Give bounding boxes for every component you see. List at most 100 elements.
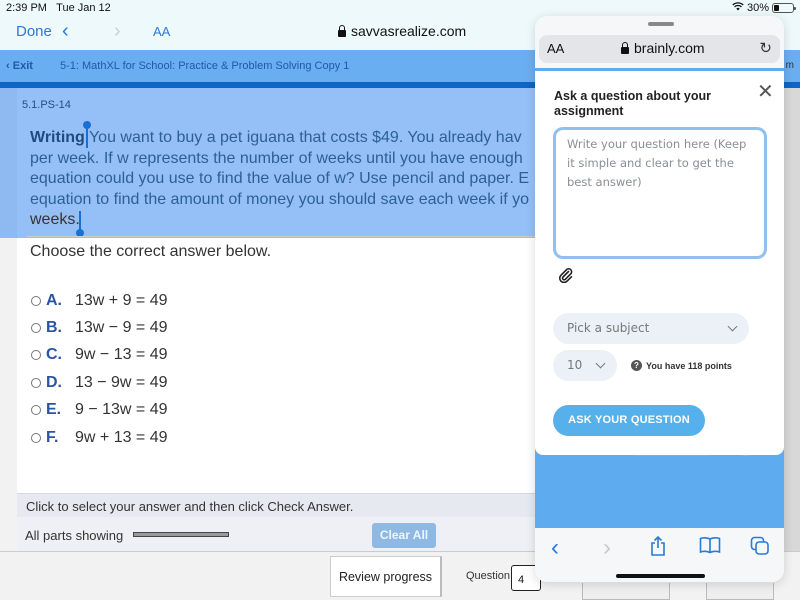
option-equation: 13 − 9w = 49 bbox=[75, 373, 168, 391]
ask-question-button[interactable]: ASK YOUR QUESTION bbox=[553, 405, 705, 436]
parts-progress-bar bbox=[133, 532, 229, 537]
answer-option-b[interactable]: B. 13w − 9 = 49 bbox=[31, 314, 168, 341]
selection-end-handle[interactable] bbox=[79, 211, 81, 231]
radio-button[interactable] bbox=[31, 350, 41, 361]
answer-option-d[interactable]: D. 13 − 9w = 49 bbox=[31, 369, 168, 396]
screen: 2:39 PM Tue Jan 12 30% Done ‹ › AA savva… bbox=[0, 0, 800, 600]
chevron-down-icon bbox=[595, 358, 606, 369]
address-bar[interactable]: savvasrealize.com bbox=[338, 23, 466, 39]
radio-button[interactable] bbox=[31, 295, 41, 306]
points-info-text: You have 118 points bbox=[646, 360, 732, 371]
parts-label: All parts showing bbox=[25, 528, 124, 543]
url-text: savvasrealize.com bbox=[351, 23, 467, 39]
nav-right-fragment: m bbox=[785, 60, 794, 71]
question-label: Question bbox=[466, 570, 511, 582]
radio-button[interactable] bbox=[31, 432, 41, 443]
answer-option-a[interactable]: A. 13w + 9 = 49 bbox=[31, 287, 168, 314]
modal-title: Ask a question about your assignment bbox=[554, 89, 711, 118]
wifi-icon bbox=[732, 2, 744, 14]
status-right: 30% bbox=[732, 2, 796, 14]
selection-start-handle[interactable] bbox=[86, 128, 88, 148]
background-tab bbox=[582, 583, 670, 600]
question-divider bbox=[27, 236, 537, 237]
review-progress-button[interactable]: Review progress bbox=[330, 556, 442, 597]
answer-options: A. 13w + 9 = 49 B. 13w − 9 = 49 C. 9w − 13 … bbox=[31, 287, 168, 451]
tabs-icon[interactable] bbox=[750, 536, 770, 562]
answer-option-c[interactable]: C. 9w − 13 = 49 bbox=[31, 342, 168, 369]
option-letter: E. bbox=[46, 401, 62, 419]
question-line: equation could you use to find the value… bbox=[30, 170, 530, 187]
problem-id: 5.1.PS-14 bbox=[22, 99, 71, 111]
brainly-url[interactable]: brainly.com bbox=[621, 40, 705, 56]
home-indicator bbox=[616, 574, 705, 578]
battery-fill bbox=[774, 5, 779, 11]
question-line: weeks. bbox=[30, 210, 550, 231]
battery-icon bbox=[772, 3, 796, 13]
close-icon[interactable]: ✕ bbox=[757, 79, 774, 104]
question-line: Writing You want to buy a pet iguana tha… bbox=[30, 128, 550, 149]
brainly-address-bar[interactable]: AA brainly.com ↻ bbox=[539, 35, 780, 63]
date-text: Tue Jan 12 bbox=[56, 2, 111, 14]
instruction-bar: Click to select your answer and then cli… bbox=[17, 493, 537, 517]
question-line-text: You want to buy a pet iguana that costs … bbox=[84, 129, 522, 146]
option-equation: 9w − 13 = 49 bbox=[75, 346, 168, 364]
question-line-text: weeks. bbox=[30, 211, 80, 228]
answer-option-f[interactable]: F. 9w + 13 = 49 bbox=[31, 424, 168, 451]
done-button[interactable]: Done bbox=[16, 23, 52, 40]
back-icon[interactable]: ‹ bbox=[62, 20, 69, 43]
option-letter: F. bbox=[46, 428, 59, 446]
option-letter: D. bbox=[46, 373, 62, 391]
answer-prompt: Choose the correct answer below. bbox=[30, 243, 272, 260]
background-edge bbox=[784, 88, 800, 551]
url-text: brainly.com bbox=[634, 40, 705, 56]
assignment-title: 5-1: MathXL for School: Practice & Probl… bbox=[60, 60, 350, 72]
points-info: ? You have 118 points bbox=[631, 360, 732, 371]
radio-button[interactable] bbox=[31, 323, 41, 334]
brainly-slide-over: AA brainly.com ↻ + Ask a question about … bbox=[535, 16, 784, 582]
radio-button[interactable] bbox=[31, 405, 41, 416]
subject-placeholder: Pick a subject bbox=[567, 321, 650, 335]
subject-select[interactable]: Pick a subject bbox=[553, 313, 749, 344]
text-size-button[interactable]: AA bbox=[153, 24, 170, 39]
exit-button[interactable]: ‹ Exit bbox=[6, 60, 33, 72]
lock-icon bbox=[621, 41, 629, 54]
forward-icon[interactable]: › bbox=[114, 20, 121, 43]
text-size-label: AA bbox=[153, 24, 171, 39]
option-equation: 13w − 9 = 49 bbox=[75, 319, 168, 337]
option-letter: B. bbox=[46, 319, 62, 337]
option-letter: C. bbox=[46, 346, 62, 364]
question-lead: Writing bbox=[30, 129, 85, 146]
forward-icon[interactable]: › bbox=[603, 534, 611, 562]
radio-button[interactable] bbox=[31, 377, 41, 388]
bookmarks-icon[interactable] bbox=[699, 536, 721, 560]
back-icon[interactable]: ‹ bbox=[551, 534, 559, 562]
chevron-down-icon bbox=[727, 321, 738, 332]
question-input[interactable] bbox=[553, 127, 767, 259]
text-size-button[interactable]: AA bbox=[547, 41, 564, 56]
exit-label: Exit bbox=[12, 60, 33, 72]
question-line: equation to find the amount of money you… bbox=[30, 190, 529, 208]
points-value: 10 bbox=[567, 358, 583, 372]
option-equation: 9 − 13w = 49 bbox=[75, 401, 168, 419]
help-icon[interactable]: ? bbox=[631, 360, 642, 371]
paperclip-icon[interactable] bbox=[558, 267, 574, 288]
option-equation: 9w + 13 = 49 bbox=[75, 428, 168, 446]
question-text[interactable]: Writing You want to buy a pet iguana tha… bbox=[30, 128, 550, 231]
ask-question-modal: Ask a question about your assignment ✕ P… bbox=[535, 71, 784, 455]
reload-icon[interactable]: ↻ bbox=[759, 39, 772, 57]
clear-all-button[interactable]: Clear All bbox=[372, 523, 436, 548]
lock-icon bbox=[338, 24, 346, 37]
status-time: 2:39 PM Tue Jan 12 bbox=[6, 2, 111, 14]
battery-percent: 30% bbox=[746, 2, 769, 14]
parts-bar: All parts showing Clear All bbox=[17, 517, 537, 551]
question-line: per week. If w represents the number of … bbox=[30, 149, 523, 167]
slide-over-grabber[interactable] bbox=[648, 22, 674, 26]
option-letter: A. bbox=[46, 291, 62, 309]
points-select[interactable]: 10 bbox=[553, 350, 617, 381]
option-equation: 13w + 9 = 49 bbox=[75, 291, 168, 309]
selection-start-knob[interactable] bbox=[83, 121, 91, 129]
time-text: 2:39 PM bbox=[6, 2, 47, 14]
answer-option-e[interactable]: E. 9 − 13w = 49 bbox=[31, 397, 168, 424]
background-tab bbox=[706, 583, 774, 600]
share-icon[interactable] bbox=[649, 535, 667, 562]
